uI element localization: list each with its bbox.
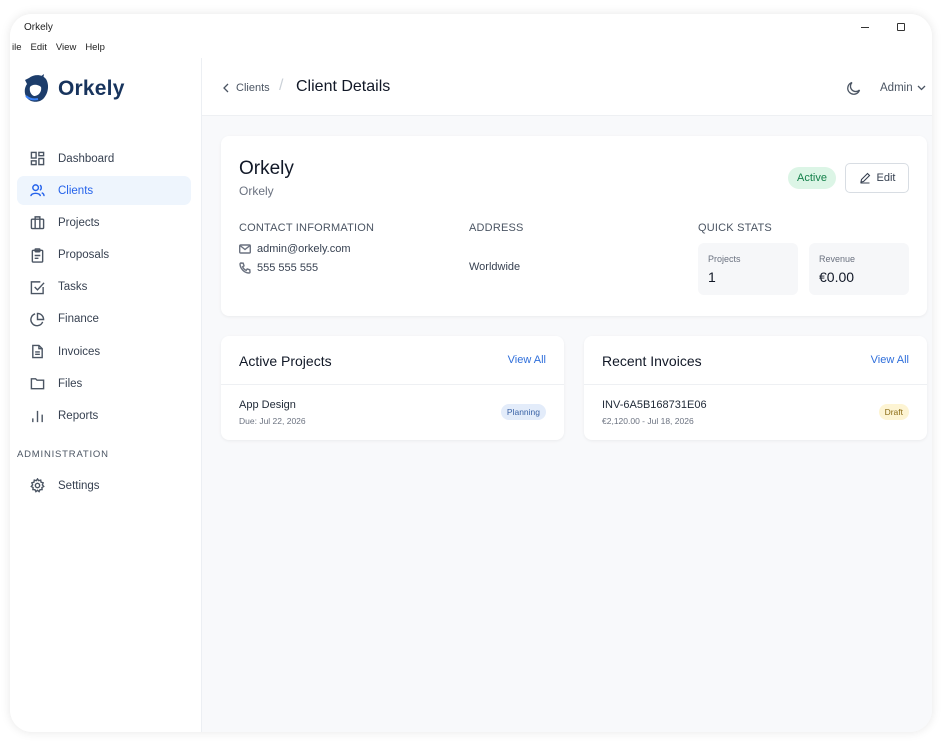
edit-button[interactable]: Edit	[845, 163, 909, 193]
contact-info-heading: CONTACT INFORMATION	[239, 222, 375, 234]
invoice-number: INV-6A5B168731E06	[602, 399, 707, 411]
breadcrumb-parent: Clients	[236, 82, 270, 94]
sidebar: Orkely Dashboard Clients Projects Propos…	[10, 58, 202, 732]
sidebar-item-label: Settings	[58, 479, 100, 492]
main-content: Orkely Orkely Active Edit CONTACT INFORM…	[202, 116, 932, 732]
sidebar-item-dashboard[interactable]: Dashboard	[17, 144, 191, 173]
breadcrumb-separator: /	[279, 77, 284, 94]
projects-view-all-link[interactable]: View All	[508, 354, 546, 366]
client-name: Orkely	[239, 158, 294, 179]
sidebar-item-reports[interactable]: Reports	[17, 402, 191, 431]
maximize-icon	[897, 23, 905, 31]
users-icon	[29, 183, 45, 199]
menu-bar: ile Edit View Help	[10, 42, 114, 58]
sidebar-nav: Dashboard Clients Projects Proposals Tas…	[17, 144, 191, 434]
sidebar-item-files[interactable]: Files	[17, 369, 191, 398]
status-badge: Active	[788, 167, 836, 189]
dashboard-icon	[29, 151, 45, 167]
status-badge: Planning	[500, 404, 546, 420]
folder-icon	[29, 376, 45, 392]
sidebar-item-label: Proposals	[58, 249, 110, 262]
menu-view[interactable]: View	[56, 42, 76, 58]
brand-name: Orkely	[58, 77, 125, 100]
stat-label: Revenue	[819, 254, 856, 264]
bar-chart-icon	[29, 408, 45, 424]
chevron-left-icon	[223, 83, 229, 93]
recent-invoices-title: Recent Invoices	[602, 353, 702, 369]
sidebar-item-label: Clients	[58, 184, 94, 197]
stat-projects: Projects 1	[698, 243, 798, 295]
phone-icon	[239, 262, 251, 274]
stat-value: €0.00	[819, 269, 855, 285]
menu-edit[interactable]: Edit	[31, 42, 47, 58]
app-window: Orkely ile Edit View Help Orkely Dashboa…	[10, 14, 932, 732]
contact-phone[interactable]: 555 555 555	[239, 262, 318, 274]
user-menu-label: Admin	[880, 82, 913, 94]
clipboard-icon	[29, 247, 45, 263]
sidebar-item-finance[interactable]: Finance	[17, 305, 191, 334]
sidebar-item-clients[interactable]: Clients	[17, 176, 191, 206]
minimize-button[interactable]	[858, 18, 872, 36]
title-bar: Orkely	[10, 14, 932, 42]
active-projects-title: Active Projects	[239, 353, 332, 369]
minimize-icon	[861, 26, 869, 28]
sidebar-item-settings[interactable]: Settings	[17, 471, 191, 500]
brand-logo[interactable]: Orkely	[22, 74, 125, 104]
sidebar-item-projects[interactable]: Projects	[17, 208, 191, 237]
stat-label: Projects	[708, 254, 741, 264]
active-projects-card: Active Projects View All App Design Due:…	[221, 336, 564, 440]
dark-mode-toggle-icon[interactable]	[846, 80, 862, 96]
page-title: Client Details	[296, 78, 391, 95]
recent-invoices-card: Recent Invoices View All INV-6A5B168731E…	[584, 336, 927, 440]
gear-icon	[29, 478, 45, 494]
edit-button-label: Edit	[876, 172, 896, 184]
address-value: Worldwide	[469, 261, 521, 273]
sidebar-item-label: Files	[58, 377, 83, 390]
maximize-button[interactable]	[894, 18, 908, 36]
sidebar-item-label: Finance	[58, 313, 99, 326]
document-icon	[29, 344, 45, 360]
sidebar-admin-nav: Settings	[17, 471, 191, 503]
section-label-administration: ADMINISTRATION	[17, 449, 109, 460]
client-company: Orkely	[239, 184, 274, 198]
divider	[221, 384, 564, 385]
window-controls	[858, 18, 908, 36]
mail-icon	[239, 244, 251, 254]
client-summary-card: Orkely Orkely Active Edit CONTACT INFORM…	[221, 136, 927, 316]
stat-value: 1	[708, 269, 716, 285]
divider	[584, 384, 927, 385]
sidebar-item-invoices[interactable]: Invoices	[17, 337, 191, 366]
pencil-icon	[859, 172, 870, 184]
sidebar-item-label: Dashboard	[58, 152, 115, 165]
sidebar-item-proposals[interactable]: Proposals	[17, 241, 191, 270]
pie-chart-icon	[29, 311, 45, 327]
sidebar-item-label: Reports	[58, 410, 99, 422]
orca-logo-icon	[24, 74, 49, 102]
project-due-date: Due: Jul 22, 2026	[239, 416, 306, 426]
window-title: Orkely	[24, 22, 53, 33]
invoice-amount-date: €2,120.00 - Jul 18, 2026	[602, 416, 694, 426]
status-badge: Draft	[878, 404, 909, 420]
menu-help[interactable]: Help	[85, 42, 105, 58]
address-heading: ADDRESS	[469, 222, 524, 234]
sidebar-item-label: Tasks	[58, 281, 88, 294]
project-name: App Design	[239, 399, 296, 411]
quick-stats-heading: QUICK STATS	[698, 222, 772, 234]
page-header: Clients / Client Details Admin	[202, 58, 932, 116]
checkbox-icon	[29, 279, 45, 295]
breadcrumb-back-link[interactable]: Clients	[222, 82, 270, 94]
sidebar-item-label: Projects	[58, 216, 100, 229]
email-value: admin@orkely.com	[257, 243, 351, 255]
chevron-down-icon	[917, 85, 926, 91]
user-menu[interactable]: Admin	[880, 82, 926, 94]
briefcase-icon	[29, 215, 45, 231]
contact-email[interactable]: admin@orkely.com	[239, 243, 351, 255]
sidebar-item-label: Invoices	[58, 345, 101, 358]
sidebar-item-tasks[interactable]: Tasks	[17, 273, 191, 302]
menu-file[interactable]: ile	[12, 42, 22, 58]
invoices-view-all-link[interactable]: View All	[871, 354, 909, 366]
phone-value: 555 555 555	[257, 262, 319, 274]
stat-revenue: Revenue €0.00	[809, 243, 909, 295]
